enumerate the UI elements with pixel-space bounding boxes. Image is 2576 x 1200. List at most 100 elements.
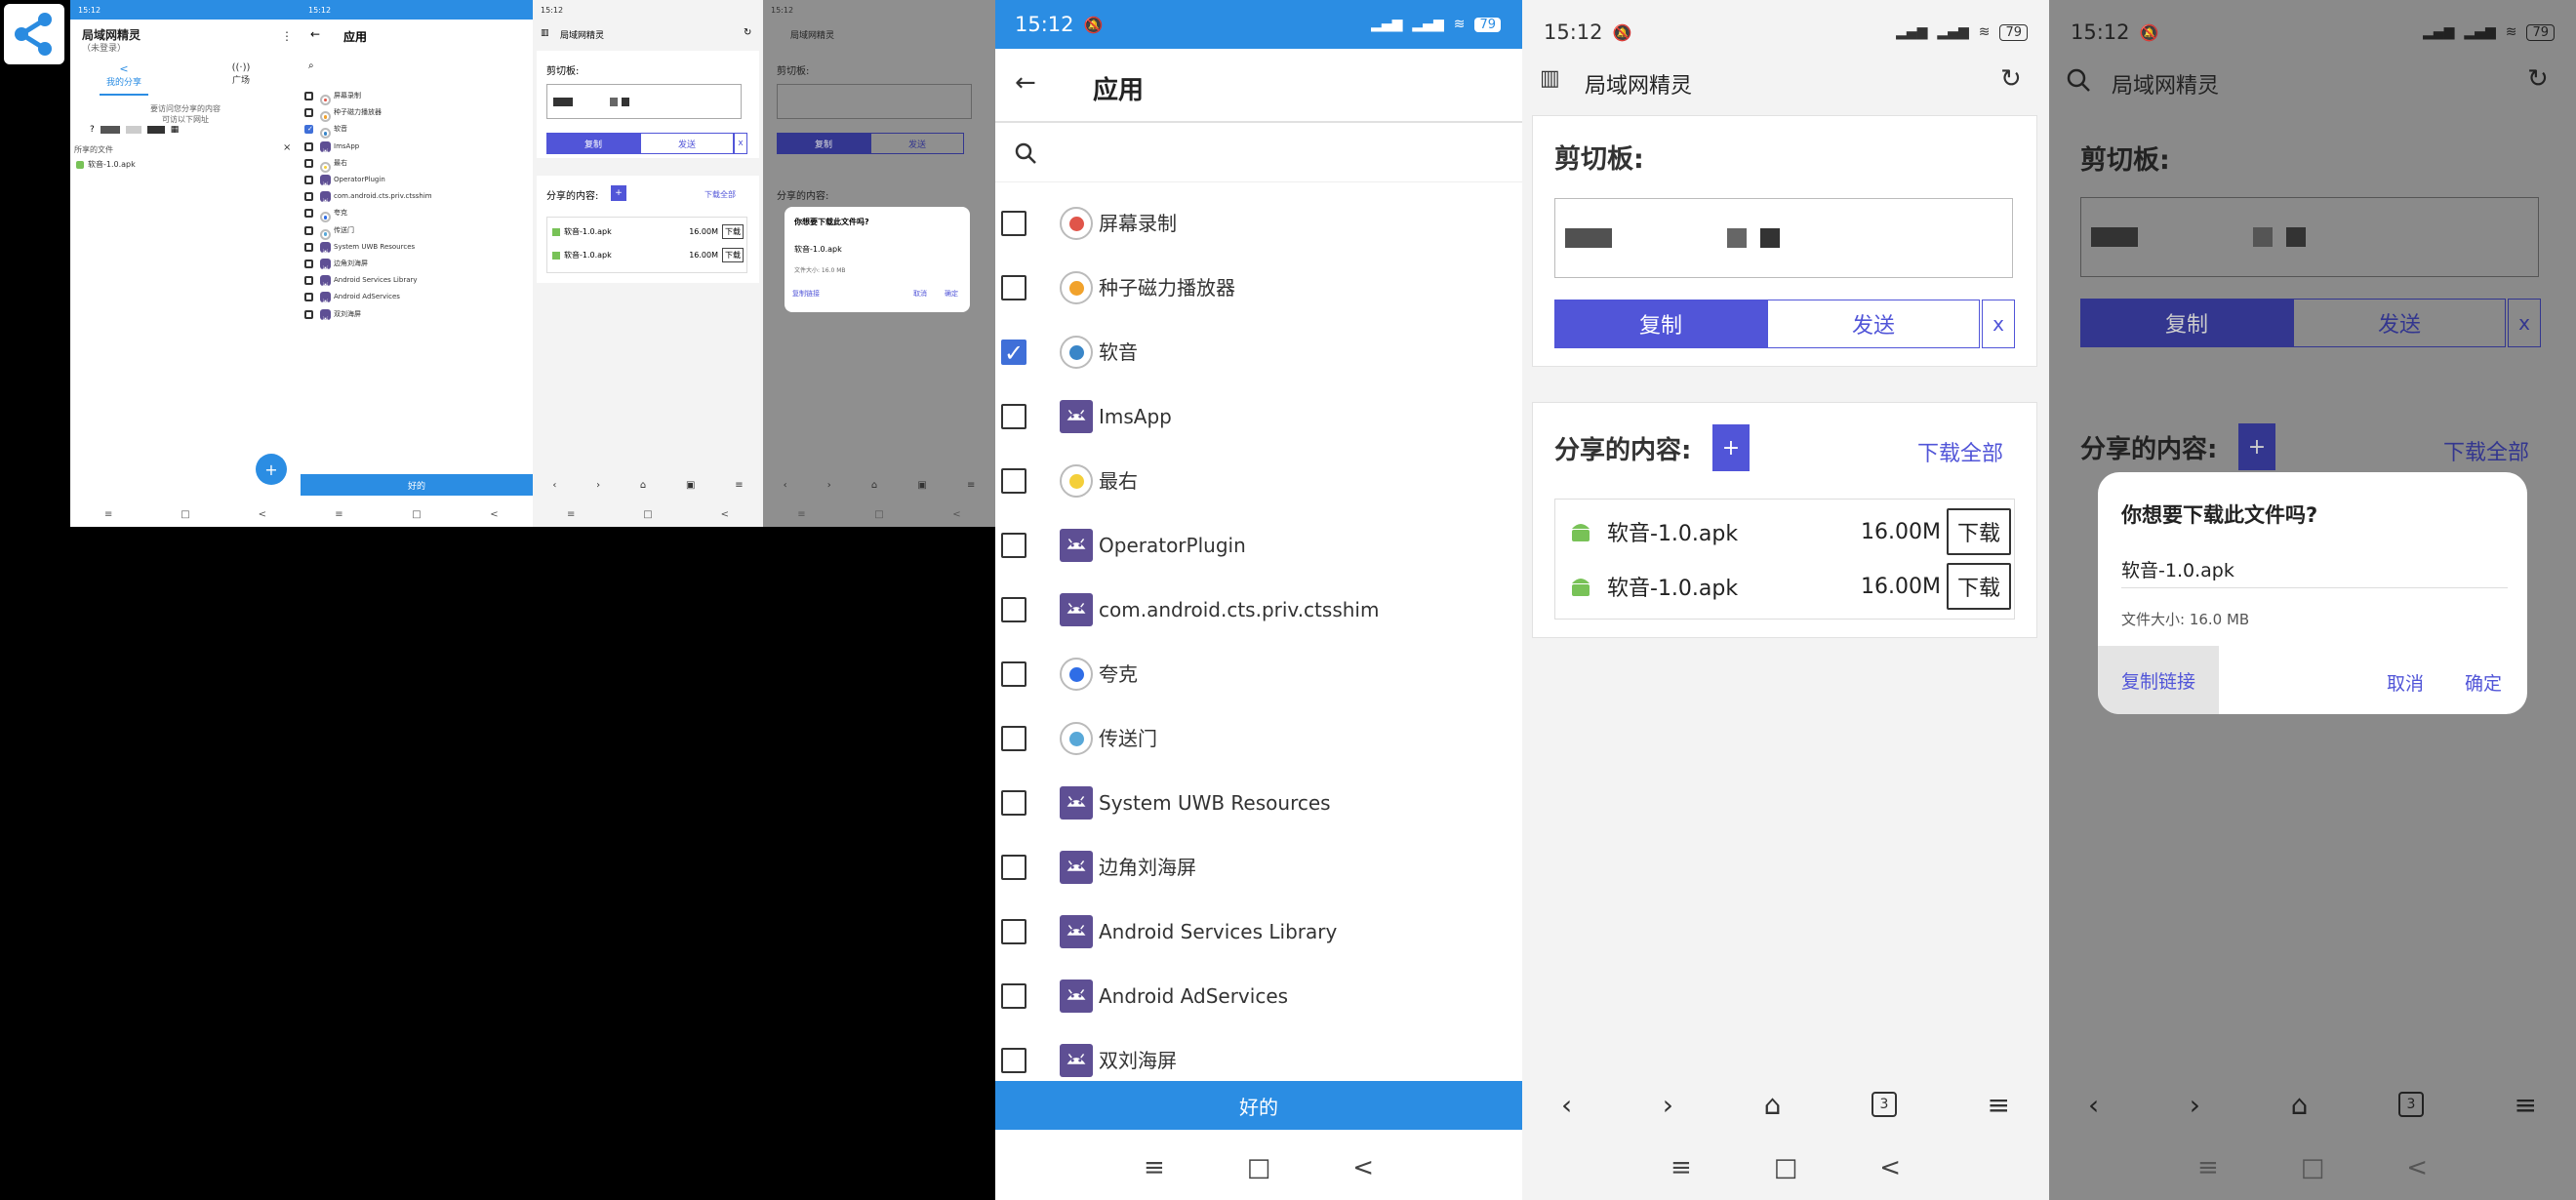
add-button[interactable]: + (611, 185, 626, 201)
clear-button[interactable]: x (1982, 300, 2015, 348)
app-checkbox[interactable] (1001, 597, 1026, 622)
app-list-item[interactable]: 种子磁力播放器 (995, 256, 1522, 320)
app-list-item[interactable]: ImsApp (995, 384, 1522, 449)
app-checkbox[interactable]: ✓ (304, 125, 313, 135)
app-checkbox[interactable] (304, 92, 313, 101)
app-list-item[interactable]: OperatorPlugin (995, 513, 1522, 578)
copy-button[interactable]: 复制 (777, 133, 870, 154)
nav-home-icon[interactable]: □ (2301, 1153, 2325, 1182)
cancel-button[interactable]: 取消 (2387, 669, 2424, 696)
download-button[interactable]: 下载 (1947, 508, 2011, 555)
app-list-item[interactable]: OperatorPlugin (301, 172, 533, 188)
add-button[interactable]: + (1712, 424, 1750, 471)
app-list-item[interactable]: 传送门 (301, 222, 533, 240)
browser-menu-icon[interactable]: ≡ (2515, 1089, 2537, 1121)
nav-back-icon[interactable]: < (1352, 1153, 1374, 1182)
browser-home-icon[interactable]: ⌂ (1764, 1089, 1782, 1121)
send-button[interactable]: 发送 (2293, 299, 2506, 347)
app-list-item[interactable]: com.android.cts.priv.ctsshim (995, 578, 1522, 642)
tabs-icon[interactable]: ▣ (686, 480, 695, 491)
app-list-item[interactable]: System UWB Resources (995, 771, 1522, 835)
copy-button[interactable]: 复制 (546, 133, 640, 154)
app-checkbox[interactable] (304, 209, 313, 219)
app-checkbox[interactable] (1001, 919, 1026, 944)
nav-home-icon[interactable]: □ (412, 509, 421, 520)
cancel-button[interactable]: 取消 (913, 289, 927, 299)
app-checkbox[interactable] (304, 108, 313, 118)
app-list-item[interactable]: 传送门 (995, 706, 1522, 771)
nav-back-icon[interactable]: < (259, 509, 266, 520)
app-checkbox[interactable] (1001, 855, 1026, 880)
app-checkbox[interactable] (304, 158, 313, 168)
copy-link-button[interactable]: 复制链接 (792, 289, 820, 299)
browser-forward-icon[interactable]: › (1663, 1089, 1673, 1121)
sidebar-icon[interactable]: ▥ (541, 28, 549, 38)
download-all-link[interactable]: 下载全部 (704, 189, 736, 200)
app-list-item[interactable]: Android AdServices (995, 964, 1522, 1028)
search-icon[interactable] (1013, 140, 1038, 166)
app-checkbox[interactable] (1001, 275, 1026, 300)
qr-icon[interactable]: ▦ (171, 125, 180, 135)
app-list-item[interactable]: 夸克 (995, 642, 1522, 706)
app-list-item[interactable]: 双刘海屏 (301, 306, 533, 323)
reload-icon[interactable]: ↻ (744, 27, 751, 38)
clear-button[interactable]: x (734, 133, 747, 154)
send-button[interactable]: 发送 (870, 133, 964, 154)
browser-menu-icon[interactable]: ≡ (967, 480, 975, 491)
nav-back-icon[interactable]: < (952, 509, 960, 520)
app-list-item[interactable]: 最右 (301, 155, 533, 173)
reload-icon[interactable]: ↻ (2000, 64, 2022, 94)
copy-button[interactable]: 复制 (1554, 300, 1767, 348)
app-checkbox[interactable] (1001, 790, 1026, 816)
close-icon[interactable]: × (283, 142, 291, 153)
app-list-item[interactable]: 边角刘海屏 (301, 256, 533, 272)
browser-home-icon[interactable]: ⌂ (2291, 1089, 2309, 1121)
nav-menu-icon[interactable]: ≡ (335, 509, 342, 520)
nav-back-icon[interactable]: < (490, 509, 498, 520)
nav-menu-icon[interactable]: ≡ (1670, 1153, 1692, 1182)
download-button[interactable]: 下载 (722, 224, 744, 239)
app-checkbox[interactable] (1001, 533, 1026, 558)
app-checkbox[interactable] (1001, 468, 1026, 494)
app-checkbox[interactable] (304, 225, 313, 235)
app-checkbox[interactable] (1001, 404, 1026, 429)
browser-forward-icon[interactable]: › (2190, 1089, 2200, 1121)
app-list-item[interactable]: 屏幕录制 (301, 88, 533, 106)
nav-home-icon[interactable]: □ (1247, 1153, 1271, 1182)
confirm-button[interactable]: 确定 (2465, 669, 2502, 696)
browser-home-icon[interactable]: ⌂ (640, 480, 646, 491)
app-checkbox[interactable] (1001, 726, 1026, 751)
shared-file-item[interactable]: 软音-1.0.apk (76, 159, 136, 170)
app-checkbox[interactable] (304, 141, 313, 151)
nav-home-icon[interactable]: □ (181, 509, 189, 520)
tab-myshare[interactable]: < 我的分享 (90, 62, 158, 88)
browser-back-icon[interactable]: ‹ (784, 480, 787, 491)
app-checkbox[interactable] (304, 260, 313, 269)
nav-menu-icon[interactable]: ≡ (2197, 1153, 2219, 1182)
nav-menu-icon[interactable]: ≡ (567, 509, 575, 520)
nav-menu-icon[interactable]: ≡ (1144, 1153, 1165, 1182)
app-list-item[interactable]: ✓ 软音 (301, 121, 533, 140)
tab-square[interactable]: ((·)) 广场 (207, 62, 275, 86)
app-checkbox[interactable] (304, 293, 313, 302)
ok-button[interactable]: 好的 (995, 1081, 1522, 1130)
send-button[interactable]: 发送 (1767, 300, 1980, 348)
app-list-item[interactable]: Android Services Library (995, 900, 1522, 964)
add-button[interactable]: + (2238, 423, 2275, 470)
browser-forward-icon[interactable]: › (827, 480, 831, 491)
copy-link-button[interactable]: 复制链接 (2098, 646, 2219, 714)
browser-menu-icon[interactable]: ≡ (1988, 1089, 2010, 1121)
app-checkbox[interactable] (1001, 983, 1026, 1009)
app-list-item[interactable]: com.android.cts.priv.ctsshim (301, 188, 533, 205)
tabs-icon[interactable]: 3 (2397, 1092, 2424, 1117)
clipboard-field[interactable] (1554, 198, 2013, 278)
app-checkbox[interactable] (1001, 211, 1026, 236)
app-list-item[interactable]: 夸克 (301, 205, 533, 223)
app-checkbox[interactable] (1001, 661, 1026, 687)
app-checkbox[interactable]: ✓ (1001, 340, 1026, 367)
app-checkbox[interactable] (304, 276, 313, 286)
app-checkbox[interactable] (304, 176, 313, 185)
app-list-item[interactable]: System UWB Resources (301, 239, 533, 256)
browser-back-icon[interactable]: ‹ (2088, 1089, 2099, 1121)
clipboard-field[interactable] (546, 84, 742, 119)
